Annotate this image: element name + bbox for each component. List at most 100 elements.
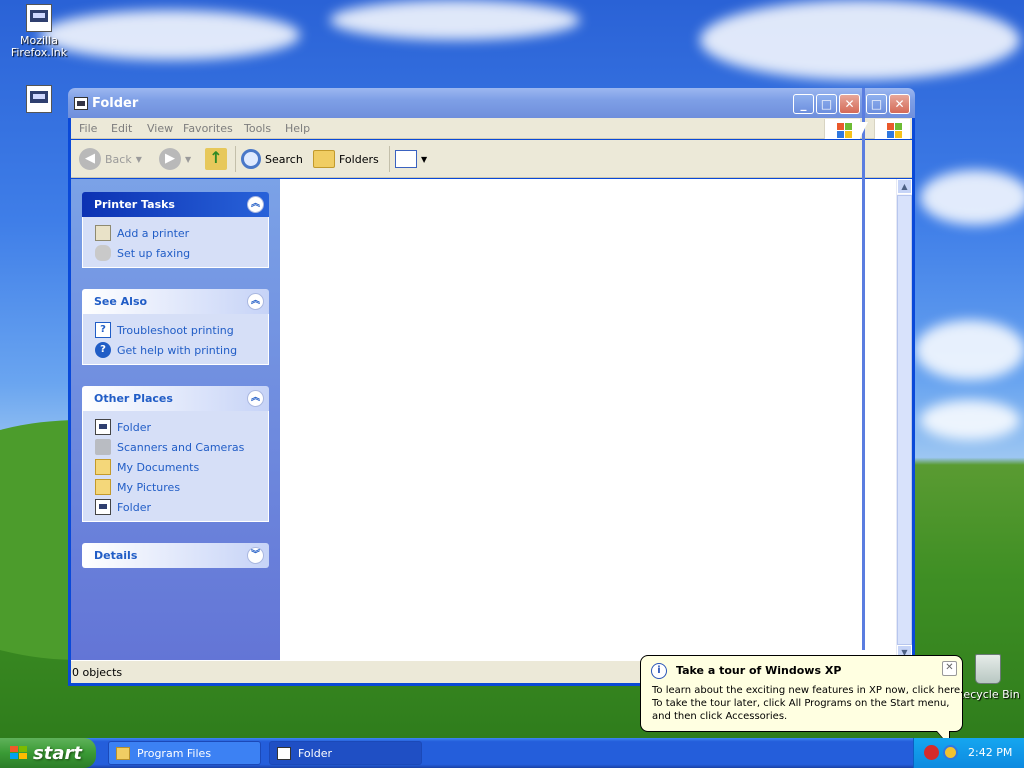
minimize-button[interactable]: _ [793, 94, 814, 114]
link-set-up-faxing[interactable]: Set up faxing [83, 243, 268, 263]
system-tray: 2:42 PM [913, 738, 1024, 768]
menu-view[interactable]: View [147, 122, 173, 135]
link-label: My Pictures [117, 480, 181, 494]
panel-title: Printer Tasks [94, 198, 175, 211]
taskbar-item-program-files[interactable]: Program Files [108, 741, 261, 765]
panel-body: Add a printer Set up faxing [82, 217, 269, 268]
views-button[interactable]: ▼ [395, 146, 427, 172]
search-button[interactable]: Search [241, 146, 303, 172]
up-folder-icon: ↑ [205, 148, 227, 170]
back-label: Back [105, 152, 132, 166]
forward-arrow-icon: ▶ [159, 148, 181, 170]
toolbar-separator [389, 146, 390, 172]
cloud [915, 320, 1024, 380]
add-printer-icon [95, 225, 111, 241]
balloon-text-line: To take the tour later, click All Progra… [652, 698, 950, 709]
panel-title: Details [94, 549, 138, 562]
search-icon [241, 149, 261, 169]
cloud [330, 0, 580, 40]
fax-icon [95, 245, 111, 261]
menu-help[interactable]: Help [285, 122, 310, 135]
start-label: start [33, 743, 82, 764]
help-book-icon: ? [95, 322, 111, 338]
panel-title: Other Places [94, 392, 173, 405]
cloud [920, 400, 1020, 440]
cloud [40, 10, 300, 60]
menu-file[interactable]: File [79, 122, 97, 135]
close-icon[interactable]: ✕ [942, 661, 957, 676]
start-button[interactable]: start [0, 738, 96, 768]
taskbar: start Program Files Folder 2:42 PM [0, 738, 1024, 768]
clock[interactable]: 2:42 PM [968, 746, 1012, 759]
desktop-icon-shortcut[interactable] [1, 85, 77, 116]
link-my-pictures[interactable]: My Pictures [83, 477, 268, 497]
folders-label: Folders [339, 152, 379, 166]
link-get-help-printing[interactable]: ? Get help with printing [83, 340, 268, 360]
link-my-documents[interactable]: My Documents [83, 457, 268, 477]
toolbar-separator [235, 146, 236, 172]
folder-window-icon [277, 747, 291, 760]
link-add-printer[interactable]: Add a printer [83, 223, 268, 243]
maximize-button[interactable]: □ [816, 94, 837, 114]
desktop-icon-firefox[interactable]: Mozilla Firefox.lnk [1, 4, 77, 59]
collapse-chevron-icon[interactable]: ︽ [247, 390, 264, 407]
folder-window-icon [95, 499, 111, 515]
menu-edit[interactable]: Edit [111, 122, 132, 135]
details-header[interactable]: Details ︾ [82, 543, 269, 568]
link-label: Folder [117, 420, 151, 434]
my-pictures-icon [95, 479, 111, 495]
notification-balloon[interactable]: i Take a tour of Windows XP ✕ To learn a… [640, 655, 964, 747]
security-shield-icon[interactable] [924, 745, 939, 760]
panel-title: See Also [94, 295, 148, 308]
search-label: Search [265, 152, 303, 166]
balloon-text-line: and then click Accessories. [652, 711, 788, 722]
file-list-area[interactable] [280, 179, 862, 660]
window-content: Printer Tasks ︽ Add a printer Set up fax… [71, 179, 912, 660]
toolbar: ◀ Back ▼ ▶ ▼ ↑ Search Folders ▼ [71, 140, 912, 178]
see-also-header[interactable]: See Also ︽ [82, 289, 269, 314]
task-pane: Printer Tasks ︽ Add a printer Set up fax… [71, 179, 280, 660]
panel-body: ? Troubleshoot printing ? Get help with … [82, 314, 269, 365]
help-icon: ? [95, 342, 111, 358]
link-label: Troubleshoot printing [117, 323, 234, 337]
link-label: Get help with printing [117, 343, 238, 357]
expand-chevron-icon[interactable]: ︾ [247, 547, 264, 564]
folder-window-icon [95, 419, 111, 435]
printer-tasks-panel: Printer Tasks ︽ Add a printer Set up fax… [82, 192, 269, 268]
tour-icon[interactable] [943, 745, 958, 760]
back-arrow-icon: ◀ [79, 148, 101, 170]
link-troubleshoot-printing[interactable]: ? Troubleshoot printing [83, 320, 268, 340]
menu-favorites[interactable]: Favorites [183, 122, 233, 135]
windows-logo-icon [824, 119, 860, 139]
collapse-chevron-icon[interactable]: ︽ [247, 196, 264, 213]
chevron-down-icon: ▼ [135, 154, 142, 164]
details-panel: Details ︾ [82, 543, 269, 568]
link-folder[interactable]: Folder [83, 417, 268, 437]
printer-tasks-header[interactable]: Printer Tasks ︽ [82, 192, 269, 217]
link-label: Scanners and Cameras [117, 440, 245, 454]
balloon-text-line: To learn about the exciting new features… [652, 685, 964, 696]
taskbar-item-folder[interactable]: Folder [269, 741, 422, 765]
info-icon: i [651, 663, 667, 679]
other-places-panel: Other Places ︽ Folder Scanners and Camer… [82, 386, 269, 522]
close-button[interactable]: ✕ [839, 94, 860, 114]
cloud [700, 0, 1020, 80]
folders-button[interactable]: Folders [313, 146, 379, 172]
menu-tools[interactable]: Tools [244, 122, 271, 135]
link-folder[interactable]: Folder [83, 497, 268, 517]
collapse-chevron-icon[interactable]: ︽ [247, 293, 264, 310]
other-places-header[interactable]: Other Places ︽ [82, 386, 269, 411]
back-button[interactable]: ◀ Back ▼ [79, 146, 142, 172]
forward-button[interactable]: ▶ ▼ [159, 146, 191, 172]
menu-bar: File Edit View Favorites Tools Help [71, 118, 912, 139]
recycle-bin-icon [975, 654, 1001, 684]
status-text: 0 objects [72, 666, 123, 679]
up-folder-button[interactable]: ↑ [205, 146, 227, 172]
folder-icon [116, 747, 130, 760]
title-bar[interactable]: Folder _ □ ✕ □ ✕ [68, 88, 915, 118]
chevron-down-icon: ▼ [421, 154, 428, 164]
task-label: Program Files [137, 747, 212, 760]
balloon-title: Take a tour of Windows XP [676, 664, 842, 677]
link-scanners-cameras[interactable]: Scanners and Cameras [83, 437, 268, 457]
folder-window-icon [74, 97, 88, 110]
